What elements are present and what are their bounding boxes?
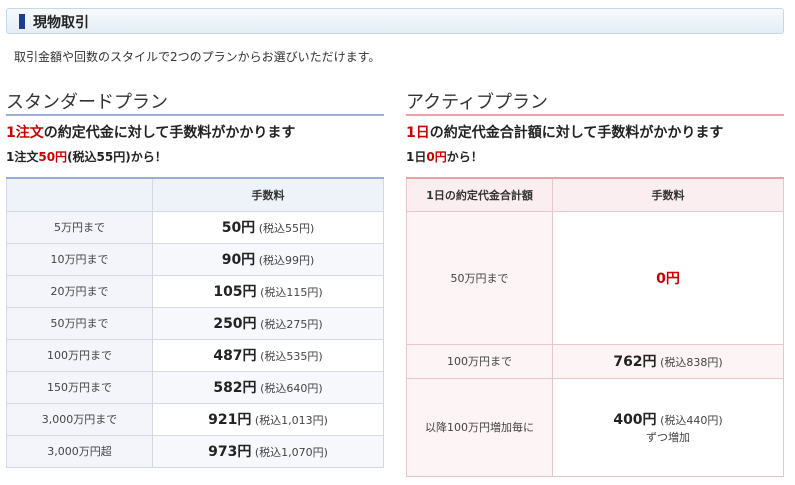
fee-tax: (税込1,070円) xyxy=(254,446,328,459)
row-fee-cell: 250円 (税込275円) xyxy=(152,306,384,340)
active-plan-subtitle: 1日0円から！ xyxy=(406,148,483,165)
fee-tax: (税込1,013円) xyxy=(254,414,328,427)
row-fee-cell: 582円 (税込640円) xyxy=(152,370,384,404)
row-label: 50万円まで xyxy=(406,210,553,345)
active-desc-highlight: 1日 xyxy=(406,125,430,141)
fee-tax: (税込838円) xyxy=(660,356,723,369)
fee-tax: (税込55円) xyxy=(258,222,315,235)
standard-sub-suffix: (税込55円)から！ xyxy=(67,150,167,164)
active-sub-price: 0円 xyxy=(426,150,447,164)
row-fee-cell: 0円 xyxy=(552,210,784,345)
active-sub-suffix: から！ xyxy=(446,150,483,164)
row-label: 5万円まで xyxy=(6,210,153,244)
standard-sub-prefix: 1注文 xyxy=(6,150,39,164)
fee-tax: (税込640円) xyxy=(260,382,323,395)
fee-tax: (税込115円) xyxy=(260,286,323,299)
section-header: 現物取引 xyxy=(6,8,784,34)
table-header-row: 手数料 xyxy=(6,177,384,212)
standard-plan-subtitle: 1注文50円(税込55円)から！ xyxy=(6,148,167,165)
active-plan-underline xyxy=(406,114,784,116)
table-row: 10万円まで 90円 (税込99円) xyxy=(6,242,384,276)
table-row: 3,000万円まで 921円 (税込1,013円) xyxy=(6,402,384,436)
row-fee-cell: 762円 (税込838円) xyxy=(552,343,784,379)
fee-tax: (税込440円) xyxy=(660,414,723,427)
row-fee-cell: 921円 (税込1,013円) xyxy=(152,402,384,436)
row-fee-cell: 105円 (税込115円) xyxy=(152,274,384,308)
header-fee: 手数料 xyxy=(152,177,384,212)
fee-value: 487円 xyxy=(213,348,257,364)
row-fee-cell: 90円 (税込99円) xyxy=(152,242,384,276)
header-marker xyxy=(19,14,25,29)
page-title: 現物取引 xyxy=(33,15,89,31)
active-plan-description: 1日の約定代金合計額に対して手数料がかかります xyxy=(406,122,723,142)
row-label: 150万円まで xyxy=(6,370,153,404)
table-row: 100万円まで 487円 (税込535円) xyxy=(6,338,384,372)
table-row: 50万円まで 250円 (税込275円) xyxy=(6,306,384,340)
active-plan-title: アクティブプラン xyxy=(406,92,549,113)
fee-tax: (税込535円) xyxy=(260,350,323,363)
active-fee-table: 1日の約定代金合計額 手数料 50万円まで 0円 100万円まで 762円 (税… xyxy=(406,177,784,477)
header-amount: 1日の約定代金合計額 xyxy=(406,177,553,212)
fee-value: 973円 xyxy=(208,444,252,460)
table-row: 以降100万円増加毎に 400円 (税込440円) ずつ増加 xyxy=(406,377,784,477)
table-row: 20万円まで 105円 (税込115円) xyxy=(6,274,384,308)
row-label: 3,000万円まで xyxy=(6,402,153,436)
fee-value: 50円 xyxy=(221,220,256,236)
row-fee-cell: 50円 (税込55円) xyxy=(152,210,384,244)
standard-desc-highlight: 1注文 xyxy=(6,125,44,141)
row-fee-cell: 400円 (税込440円) ずつ増加 xyxy=(552,377,784,477)
fee-value: 250円 xyxy=(213,316,257,332)
fee-value: 0円 xyxy=(656,270,680,287)
header-fee: 手数料 xyxy=(552,177,784,212)
standard-desc-text: の約定代金に対して手数料がかかります xyxy=(43,125,296,141)
fee-tax: (税込275円) xyxy=(260,318,323,331)
fee-value: 762円 xyxy=(613,354,657,370)
active-desc-text: の約定代金合計額に対して手数料がかかります xyxy=(429,125,724,141)
fee-value: 400円 xyxy=(613,412,657,428)
fee-value: 105円 xyxy=(213,284,257,300)
table-row: 150万円まで 582円 (税込640円) xyxy=(6,370,384,404)
standard-sub-price: 50円 xyxy=(38,150,68,164)
fee-value: 90円 xyxy=(221,252,256,268)
table-row: 3,000万円超 973円 (税込1,070円) xyxy=(6,434,384,468)
table-row: 50万円まで 0円 xyxy=(406,210,784,345)
row-label: 20万円まで xyxy=(6,274,153,308)
standard-fee-table: 手数料 5万円まで 50円 (税込55円) 10万円まで 90円 (税込99円) 20万… xyxy=(6,177,384,468)
row-label: 3,000万円超 xyxy=(6,434,153,468)
row-label: 10万円まで xyxy=(6,242,153,276)
increment-note: ずつ増加 xyxy=(646,431,690,444)
row-label: 50万円まで xyxy=(6,306,153,340)
fee-value: 921円 xyxy=(208,412,252,428)
standard-plan-description: 1注文の約定代金に対して手数料がかかります xyxy=(6,122,295,142)
table-header-row: 1日の約定代金合計額 手数料 xyxy=(406,177,784,212)
active-sub-prefix: 1日 xyxy=(406,150,427,164)
standard-plan-underline xyxy=(6,114,384,116)
intro-text: 取引金額や回数のスタイルで2つのプランからお選びいただけます。 xyxy=(14,50,381,64)
fee-value: 582円 xyxy=(213,380,257,396)
row-fee-cell: 973円 (税込1,070円) xyxy=(152,434,384,468)
table-row: 100万円まで 762円 (税込838円) xyxy=(406,343,784,379)
row-label: 100万円まで xyxy=(406,343,553,379)
row-label: 以降100万円増加毎に xyxy=(406,377,553,477)
fee-tax: (税込99円) xyxy=(258,254,315,267)
header-empty-cell xyxy=(6,177,153,212)
table-row: 5万円まで 50円 (税込55円) xyxy=(6,210,384,244)
row-label: 100万円まで xyxy=(6,338,153,372)
standard-plan-title: スタンダードプラン xyxy=(6,92,168,113)
row-fee-cell: 487円 (税込535円) xyxy=(152,338,384,372)
